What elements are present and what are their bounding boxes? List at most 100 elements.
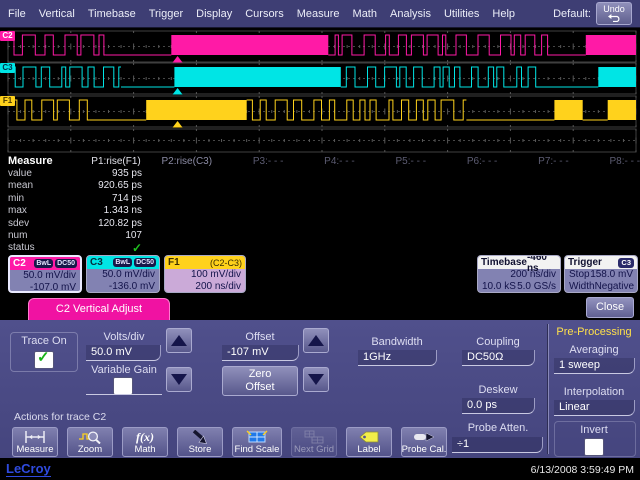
vdiv-readout: 50.0 mV/div — [14, 270, 76, 282]
tab-c2-vertical-adjust[interactable]: C2 Vertical Adjust — [28, 298, 170, 320]
volts-div-field[interactable]: 50.0 mV — [86, 345, 161, 361]
label-action-button[interactable]: Label — [346, 427, 392, 457]
coupling-field[interactable]: DC50Ω — [462, 350, 535, 366]
close-button[interactable]: Close — [586, 297, 634, 318]
zero-offset-label: Zero Offset — [239, 368, 281, 394]
measure-title: Measure — [0, 155, 69, 167]
trace-label-f1[interactable]: F1 — [0, 96, 15, 106]
menu-timebase[interactable]: Timebase — [88, 8, 136, 20]
measure-row-status: status ✓ — [0, 242, 640, 254]
menu-file[interactable]: File — [8, 8, 26, 20]
trigger-mode: Stop — [569, 269, 590, 281]
find-scale-action-button[interactable]: Find Scale — [232, 427, 282, 457]
menu-analysis[interactable]: Analysis — [390, 8, 431, 20]
zero-offset-button[interactable]: Zero Offset — [222, 366, 298, 396]
store-icon — [189, 429, 211, 444]
p1-min: 714 ps — [70, 193, 142, 204]
deskew-label: Deskew — [462, 384, 534, 396]
measure-icon — [24, 429, 46, 444]
p1-sdev: 120.82 ps — [70, 218, 142, 229]
averaging-field[interactable]: 1 sweep — [554, 358, 635, 374]
row-label: mean — [0, 180, 70, 191]
default-label: Default: — [553, 8, 591, 20]
menu-vertical[interactable]: Vertical — [39, 8, 75, 20]
menu-utilities[interactable]: Utilities — [444, 8, 479, 20]
vdiv-readout: 100 mV/div — [169, 269, 241, 281]
interpolation-field[interactable]: Linear — [554, 400, 635, 416]
measure-col-p6-header: P6:- - - — [426, 156, 497, 167]
measure-col-p3-header: P3:- - - — [212, 156, 283, 167]
measure-header-row: Measure P1:rise(F1) P2:rise(C3) P3:- - -… — [0, 155, 640, 167]
variable-gain-underline — [86, 394, 162, 395]
measure-action-button[interactable]: Measure — [12, 427, 58, 457]
trigger-slope: Negative — [595, 281, 634, 293]
timebase-descriptor[interactable]: Timebase -460 ns 200 ns/div 10.0 kS 5.0 … — [477, 255, 561, 293]
sample-count: 10.0 kS — [482, 281, 516, 293]
vdiv-readout: 50.0 mV/div — [91, 269, 155, 281]
volts-div-up-button[interactable] — [166, 328, 192, 353]
offset-readout: -107.0 mV — [14, 282, 76, 293]
menu-display[interactable]: Display — [196, 8, 232, 20]
math-fx-icon: f(x) — [136, 429, 154, 444]
probe-atten-label: Probe Atten. — [455, 422, 541, 434]
offset-up-button[interactable] — [303, 328, 329, 353]
dc50-badge: DC50 — [134, 258, 156, 267]
down-arrow-icon — [171, 374, 187, 385]
row-label: max — [0, 205, 70, 216]
up-arrow-icon — [171, 335, 187, 346]
measure-col-p7-header: P7:- - - — [497, 156, 568, 167]
p1-mean: 920.65 ps — [70, 180, 142, 191]
deskew-field[interactable]: 0.0 ps — [462, 398, 535, 414]
channel-descriptor-c2[interactable]: C2 BwL DC50 50.0 mV/div -107.0 mV — [8, 255, 82, 293]
probe-atten-field[interactable]: ÷1 — [452, 437, 543, 453]
zoom-action-button[interactable]: Zoom — [67, 427, 113, 457]
trace-label-c2[interactable]: C2 — [0, 31, 15, 41]
dc50-badge: DC50 — [55, 259, 77, 268]
trace-on-label: Trace On — [11, 335, 77, 347]
row-label: min — [0, 193, 70, 204]
probe-cal-action-button[interactable]: Probe Cal. — [401, 427, 447, 457]
menu-math[interactable]: Math — [353, 8, 377, 20]
status-check-icon: ✓ — [70, 241, 142, 255]
row-label: num — [0, 230, 70, 241]
bandwidth-field[interactable]: 1GHz — [358, 350, 437, 366]
offset-field[interactable]: -107 mV — [222, 345, 299, 361]
undo-button[interactable]: Undo — [596, 2, 632, 25]
next-grid-icon — [303, 429, 325, 444]
row-label: sdev — [0, 218, 70, 229]
row-label: value — [0, 168, 70, 179]
trace-on-checkbox[interactable] — [34, 351, 54, 369]
trace-descriptor-f1[interactable]: F1 (C2-C3) 100 mV/div 200 ns/div — [164, 255, 246, 293]
averaging-label: Averaging — [554, 344, 634, 356]
volts-div-down-button[interactable] — [166, 367, 192, 392]
preprocessing-divider — [547, 324, 549, 454]
zoom-action-label: Zoom — [78, 444, 102, 455]
measure-col-p1-header: P1:rise(F1) — [69, 156, 140, 167]
measure-col-p5-header: P5:- - - — [355, 156, 426, 167]
trigger-descriptor[interactable]: Trigger C3 Stop 158.0 mV Width Negative — [564, 255, 638, 293]
undo-label: Undo — [603, 4, 625, 14]
find-scale-action-label: Find Scale — [235, 444, 280, 455]
probe-cal-action-label: Probe Cal. — [402, 444, 447, 455]
trace-label-c3[interactable]: C3 — [0, 63, 15, 73]
offset-label: Offset — [222, 331, 298, 343]
menu-trigger[interactable]: Trigger — [149, 8, 183, 20]
store-action-button[interactable]: Store — [177, 427, 223, 457]
next-grid-action-label: Next Grid — [294, 444, 334, 455]
math-action-button[interactable]: f(x) Math — [122, 427, 168, 457]
channel-id: C2 — [13, 258, 26, 269]
sample-rate: 5.0 GS/s — [517, 281, 556, 293]
waveform-display[interactable] — [0, 28, 640, 155]
menu-cursors[interactable]: Cursors — [245, 8, 284, 20]
bandwidth-label: Bandwidth — [358, 336, 436, 348]
trigger-source-badge: C3 — [618, 258, 634, 268]
channel-id: C3 — [90, 257, 103, 268]
trigger-type: Width — [569, 281, 595, 293]
channel-descriptor-c3[interactable]: C3 BwL DC50 50.0 mV/div -136.0 mV — [86, 255, 160, 293]
variable-gain-label: Variable Gain — [86, 364, 162, 376]
status-bar: LeCroy 6/13/2008 3:59:49 PM — [0, 459, 640, 480]
menu-help[interactable]: Help — [492, 8, 515, 20]
offset-down-button[interactable] — [303, 367, 329, 392]
menu-measure[interactable]: Measure — [297, 8, 340, 20]
variable-gain-checkbox[interactable] — [113, 377, 133, 395]
